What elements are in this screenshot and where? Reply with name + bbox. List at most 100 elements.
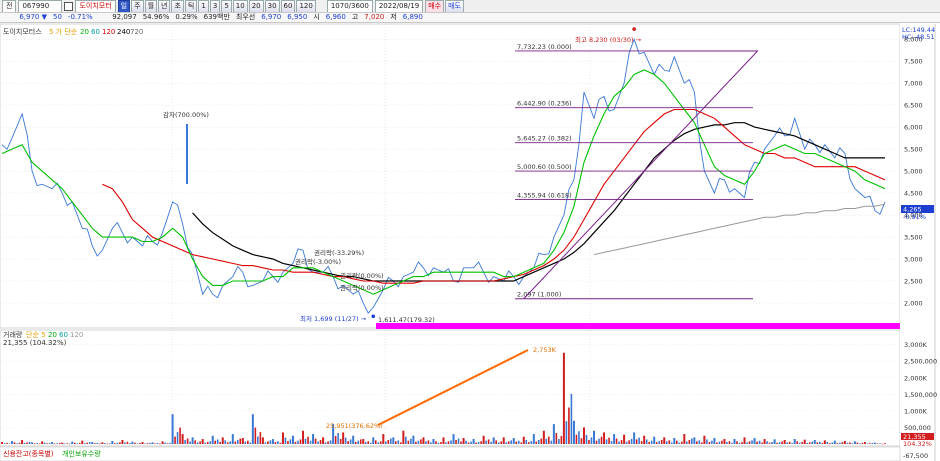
volume-bar: [598, 438, 600, 444]
rights-annotation-1: 권리락(-33.29%): [314, 248, 364, 257]
volume-bar: [58, 442, 61, 444]
volume-tick-label: 2,500,000: [904, 358, 937, 366]
volume-bar: [542, 430, 545, 444]
price-legend-ma120: 120: [102, 28, 115, 36]
volume-bar: [731, 442, 733, 444]
volume-bar: [610, 441, 613, 444]
volume-bar: [603, 432, 606, 444]
volume-bar: [274, 442, 277, 444]
volume-bar: [201, 439, 204, 444]
volume-bar: [495, 440, 497, 444]
fib-level-label: 7,732.23 (0.000): [517, 43, 572, 51]
volume-bar: [16, 443, 18, 444]
volume-bar: [289, 439, 292, 444]
volume-bar: [327, 441, 329, 444]
volume-bar: [588, 439, 590, 444]
volume-bar: [224, 440, 227, 444]
volume-bar: [337, 433, 339, 444]
volume-bar: [866, 443, 869, 445]
price-tick-label: 7,000: [904, 80, 923, 88]
volume-bar: [532, 434, 535, 444]
volume-bar: [615, 438, 618, 444]
volume-bar: [432, 439, 435, 444]
price-tick-label: 3,500: [904, 234, 923, 242]
volume-bar: [673, 438, 676, 444]
volume-bar: [139, 443, 141, 444]
price-legend-ma240: 240: [117, 28, 130, 36]
volume-legend-ma20: 20: [48, 331, 57, 339]
fib-level-label: 2,097 (1.000): [517, 291, 561, 299]
volume-bar: [68, 443, 71, 445]
price-legend-name: 도이치모터스: [3, 27, 42, 36]
volume-bar: [851, 443, 854, 444]
volume-bar: [425, 441, 427, 444]
volume-bar: [442, 437, 445, 444]
volume-bar: [146, 443, 149, 444]
volume-bar: [706, 439, 708, 444]
volume-bar: [713, 438, 716, 444]
volume-bar: [552, 424, 555, 444]
volume-bar: [395, 441, 397, 444]
volume-bar: [309, 440, 312, 444]
volume-bar: [846, 442, 849, 444]
price-panel: [0, 23, 901, 329]
volume-bar: [505, 442, 508, 444]
volume-bar: [783, 440, 786, 444]
volume-bar: [38, 443, 41, 445]
volume-bar: [693, 437, 696, 444]
volume-bar: [257, 436, 259, 444]
volume-bar: [545, 438, 548, 444]
volume-bar: [550, 440, 553, 444]
volume-bar: [635, 439, 638, 444]
volume-bar: [465, 440, 467, 444]
volume-bar: [181, 434, 184, 444]
fib-range-bar: [376, 323, 900, 329]
volume-bar: [8, 443, 11, 445]
volume-bar: [13, 442, 16, 444]
volume-bar: [502, 437, 505, 444]
volume-bar: [149, 442, 151, 444]
volume-bar: [261, 437, 264, 444]
volume-bar: [329, 440, 332, 444]
volume-bar: [362, 439, 365, 444]
volume-bar: [630, 438, 633, 444]
volume-bar: [131, 441, 134, 444]
volume-bar: [382, 434, 385, 444]
volume-bar: [392, 437, 395, 444]
footer-last-value: -67,500: [903, 452, 928, 460]
volume-bar: [618, 441, 620, 444]
volume-bar: [565, 421, 568, 444]
volume-bar: [407, 440, 410, 444]
volume-bar: [291, 435, 294, 444]
volume-bar: [791, 443, 793, 444]
volume-bar: [430, 442, 432, 444]
volume-bar: [169, 442, 171, 444]
volume-bar: [264, 442, 267, 444]
volume-bar: [76, 443, 79, 445]
volume-bar: [751, 440, 753, 444]
price-tick-label: 5,500: [904, 146, 923, 154]
volume-bar: [156, 443, 159, 444]
price-tick-label: 2,500: [904, 278, 923, 286]
volume-bar: [226, 442, 229, 444]
volume-bar: [447, 441, 450, 444]
volume-bar: [823, 440, 826, 444]
volume-bar: [811, 441, 814, 444]
stock-chart[interactable]: 2,0002,5003,0003,5004,0004,5005,0005,500…: [0, 0, 940, 461]
volume-bar: [485, 440, 487, 444]
volume-bar: [510, 440, 513, 444]
volume-bar: [492, 437, 495, 444]
volume-bar: [374, 440, 377, 444]
volume-bar: [83, 443, 86, 444]
volume-bar: [575, 434, 578, 444]
volume-bar: [828, 443, 831, 444]
volume-bar: [176, 432, 179, 444]
volume-bar: [826, 441, 829, 444]
volume-bar: [648, 441, 650, 444]
price-tick-label: 5,000: [904, 168, 923, 176]
volume-bar: [6, 442, 8, 444]
volume-bar: [23, 443, 26, 444]
volume-legend-ma120: 120: [70, 331, 83, 339]
volume-bar: [99, 443, 101, 445]
volume-bar: [578, 431, 580, 444]
